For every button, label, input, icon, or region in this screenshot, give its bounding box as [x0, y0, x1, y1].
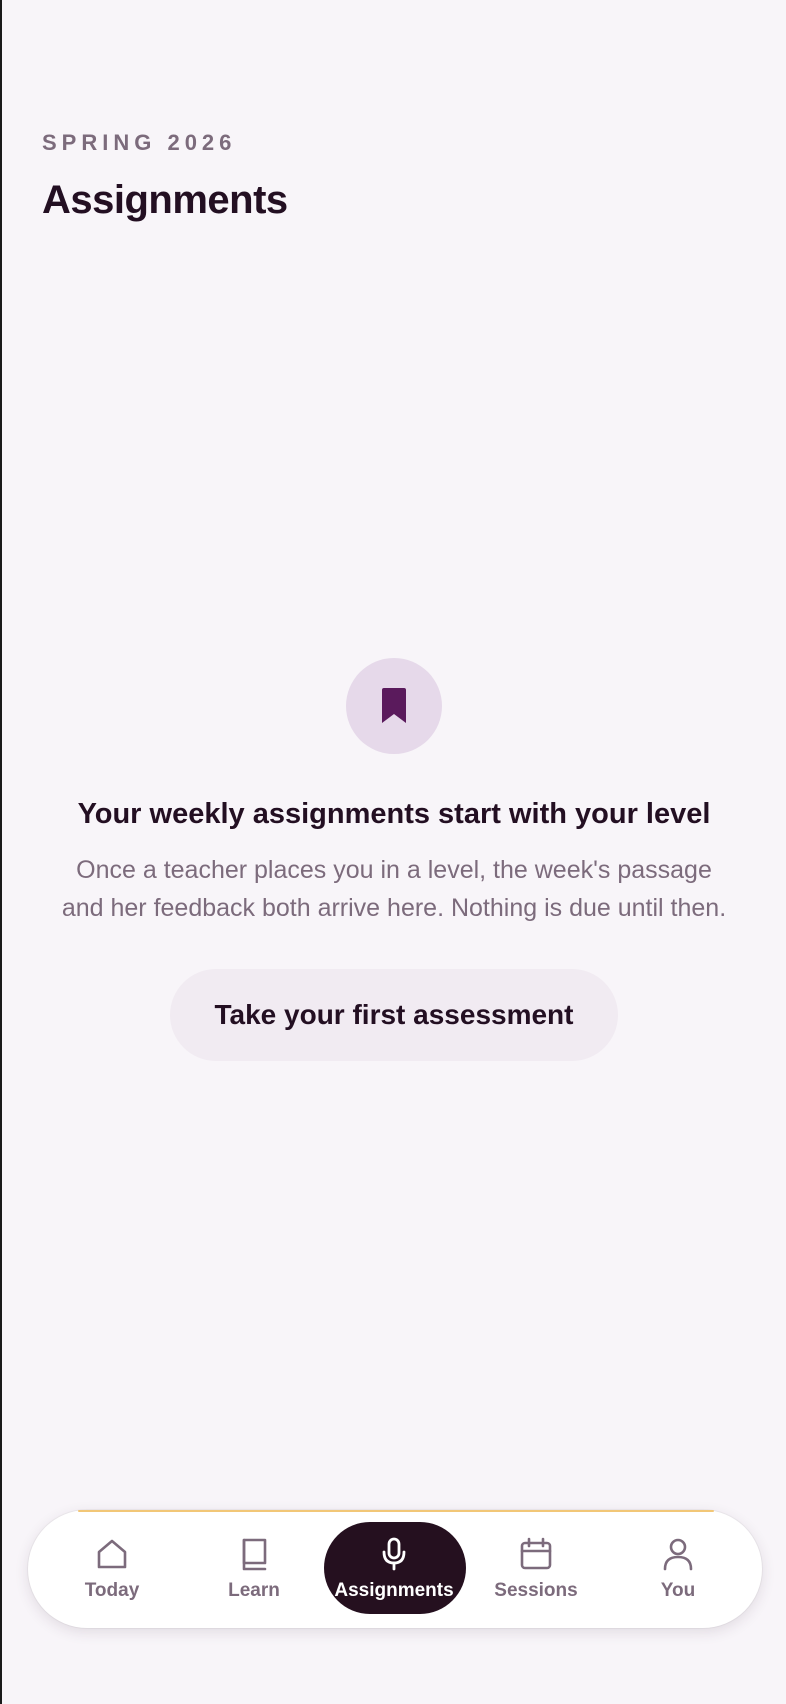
- tab-today[interactable]: Today: [42, 1510, 182, 1628]
- bottom-tab-bar: Today Learn Assignments Sessions You: [28, 1510, 762, 1628]
- tab-you[interactable]: You: [608, 1510, 748, 1628]
- bookmark-icon: [382, 688, 406, 723]
- microphone-icon: [382, 1537, 406, 1571]
- tab-learn-label: Learn: [228, 1580, 280, 1601]
- take-assessment-button[interactable]: Take your first assessment: [170, 969, 618, 1061]
- tab-you-label: You: [660, 1580, 696, 1601]
- tab-assignments-label: Assignments: [334, 1580, 454, 1601]
- page-header: SPRING 2026 Assignments: [42, 130, 288, 223]
- tab-sessions[interactable]: Sessions: [466, 1510, 606, 1628]
- empty-state-title: Your weekly assignments start with your …: [77, 798, 711, 830]
- tab-learn[interactable]: Learn: [184, 1510, 324, 1628]
- page-title: Assignments: [42, 178, 288, 222]
- book-icon: [242, 1538, 267, 1571]
- empty-state: Your weekly assignments start with your …: [2, 658, 786, 1061]
- bookmark-badge: [346, 658, 442, 754]
- tab-assignments[interactable]: Assignments: [324, 1510, 466, 1628]
- person-icon: [663, 1538, 693, 1571]
- home-icon: [97, 1539, 127, 1569]
- tab-sessions-label: Sessions: [494, 1580, 578, 1601]
- tab-today-label: Today: [84, 1580, 140, 1601]
- calendar-icon: [520, 1537, 552, 1570]
- term-eyebrow: SPRING 2026: [42, 130, 237, 155]
- empty-state-body: Once a teacher places you in a level, th…: [61, 856, 727, 922]
